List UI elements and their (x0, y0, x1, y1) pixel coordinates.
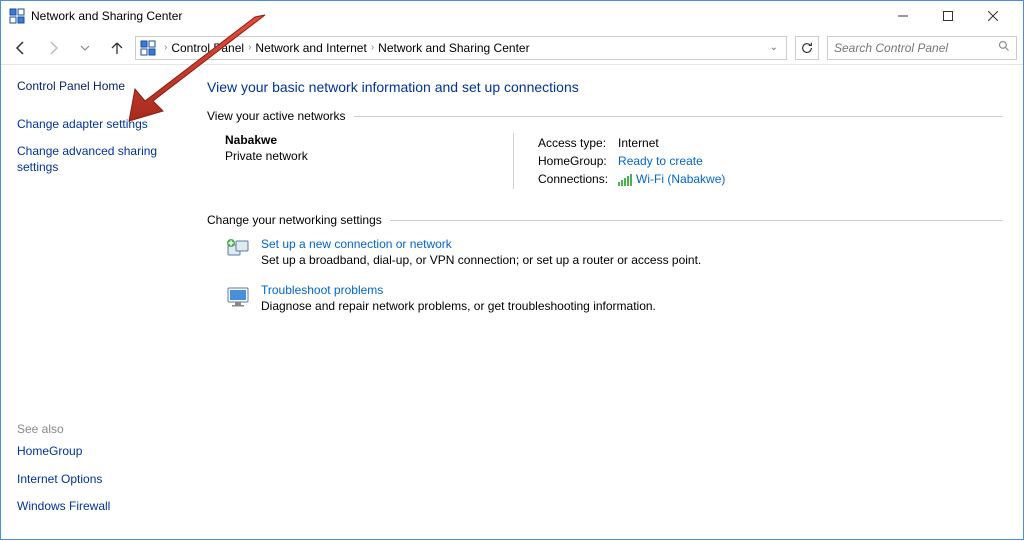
window-controls (880, 1, 1015, 31)
troubleshoot-desc: Diagnose and repair network problems, or… (261, 299, 656, 313)
sidebar: Control Panel Home Change adapter settin… (1, 65, 201, 541)
internet-options-link[interactable]: Internet Options (17, 472, 185, 488)
control-panel-home-link[interactable]: Control Panel Home (17, 79, 185, 95)
chevron-right-icon: › (164, 42, 167, 53)
troubleshoot-icon (225, 283, 251, 309)
search-icon (998, 40, 1010, 55)
access-type-label: Access type: (534, 135, 612, 151)
see-also-label: See also (17, 422, 185, 436)
settings-item-troubleshoot: Troubleshoot problems Diagnose and repai… (225, 283, 1003, 313)
change-advanced-sharing-link[interactable]: Change advanced sharing settings (17, 144, 185, 175)
network-sharing-icon (140, 40, 156, 56)
close-button[interactable] (970, 1, 1015, 31)
network-type: Private network (225, 149, 495, 163)
breadcrumb-item[interactable]: Network and Internet (255, 41, 366, 55)
body: Control Panel Home Change adapter settin… (1, 65, 1023, 541)
homegroup-label: HomeGroup: (534, 153, 612, 169)
recent-dropdown[interactable] (71, 34, 99, 62)
search-input[interactable] (834, 41, 994, 55)
nav-toolbar: › Control Panel › Network and Internet ›… (1, 31, 1023, 65)
connection-link[interactable]: Wi-Fi (Nabakwe) (636, 172, 725, 186)
new-connection-icon (225, 237, 251, 263)
homegroup-link[interactable]: Ready to create (618, 154, 703, 168)
divider (513, 133, 514, 189)
search-box[interactable] (827, 36, 1017, 60)
titlebar: Network and Sharing Center (1, 1, 1023, 31)
network-details: Access type: Internet HomeGroup: Ready t… (532, 133, 731, 189)
new-connection-link[interactable]: Set up a new connection or network (261, 237, 701, 251)
connections-label: Connections: (534, 171, 612, 187)
forward-button[interactable] (39, 34, 67, 62)
new-connection-desc: Set up a broadband, dial-up, or VPN conn… (261, 253, 701, 267)
network-name: Nabakwe (225, 133, 495, 147)
wifi-icon (618, 174, 632, 186)
divider (390, 220, 1003, 221)
breadcrumb-dropdown-icon[interactable]: ⌄ (770, 42, 782, 53)
network-identity: Nabakwe Private network (225, 133, 495, 163)
windows-firewall-link[interactable]: Windows Firewall (17, 499, 185, 515)
active-networks-header: View your active networks (207, 109, 1003, 123)
page-heading: View your basic network information and … (207, 79, 1003, 95)
active-networks-label: View your active networks (207, 109, 346, 123)
window-title: Network and Sharing Center (31, 9, 880, 23)
change-adapter-settings-link[interactable]: Change adapter settings (17, 117, 185, 133)
change-settings-header: Change your networking settings (207, 213, 1003, 227)
change-settings-label: Change your networking settings (207, 213, 382, 227)
up-button[interactable] (103, 34, 131, 62)
troubleshoot-link[interactable]: Troubleshoot problems (261, 283, 656, 297)
homegroup-link[interactable]: HomeGroup (17, 444, 185, 460)
breadcrumb-item[interactable]: Network and Sharing Center (378, 41, 529, 55)
chevron-right-icon: › (248, 42, 251, 53)
main-content: View your basic network information and … (201, 65, 1023, 541)
active-network-row: Nabakwe Private network Access type: Int… (225, 133, 1003, 189)
breadcrumb-item[interactable]: Control Panel (171, 41, 244, 55)
settings-item-new-connection: Set up a new connection or network Set u… (225, 237, 1003, 267)
refresh-button[interactable] (795, 36, 819, 60)
back-button[interactable] (7, 34, 35, 62)
breadcrumb[interactable]: › Control Panel › Network and Internet ›… (135, 36, 787, 60)
divider (354, 116, 1003, 117)
access-type-value: Internet (614, 135, 729, 151)
maximize-button[interactable] (925, 1, 970, 31)
chevron-right-icon: › (371, 42, 374, 53)
network-sharing-icon (9, 8, 25, 24)
minimize-button[interactable] (880, 1, 925, 31)
